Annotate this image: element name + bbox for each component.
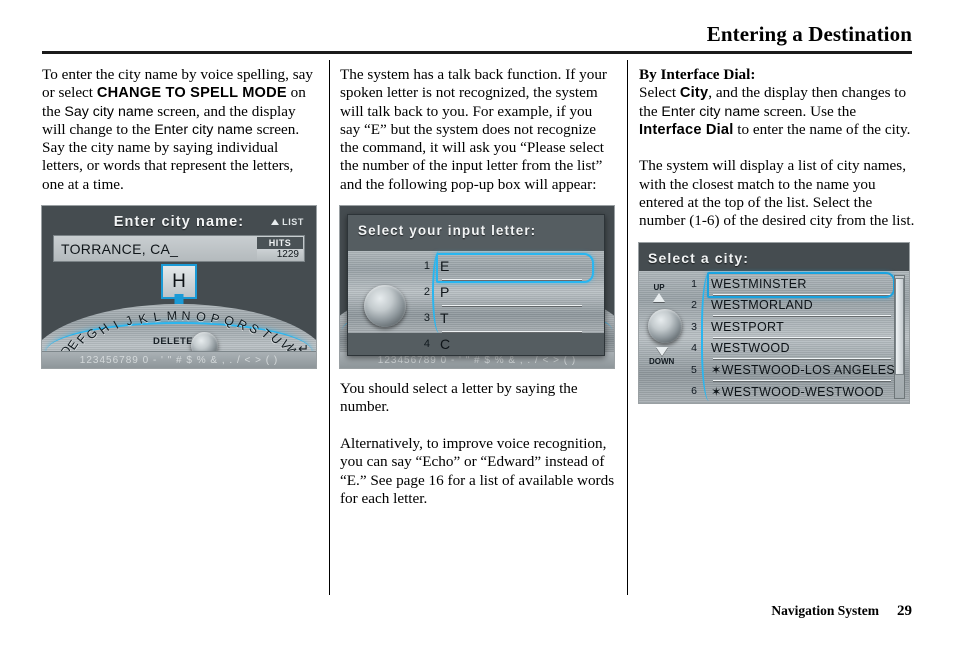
page-title: Entering a Destination [706,22,912,46]
ui-reference-city: City [679,85,709,102]
ui-reference-say-city-name: Say city name [64,103,154,120]
city-list-panel: UP DOWN 1 WESTMINSTER 2 WESTMORLAND 3 WESTPOR… [639,270,909,403]
screenshot-select-input-letter: Enter city name: 123456789 0 - ' " # $ %… [340,206,614,369]
city-list-item[interactable]: 5 ✶WESTWOOD-LOS ANGELES [681,359,895,381]
city-item-number: 1 [691,277,697,290]
city-item-name: ✶WESTWOOD-LOS ANGELES [710,363,895,378]
city-name-input[interactable]: TORRANCE, CA_ HITS 1229 [53,235,305,263]
option-letter: P [440,283,450,300]
column-middle: The system has a talk back function. If … [340,66,616,508]
city-name-input-value: TORRANCE, CA_ [61,240,179,257]
middle-paragraph-1: The system has a talk back function. If … [340,66,607,193]
option-number: 4 [423,337,430,350]
middle-paragraph-2: You should select a letter by saying the… [340,380,578,416]
alphabet-key-m[interactable]: M [166,309,177,324]
header-rule [42,51,912,54]
input-letter-option[interactable]: 3T [410,306,596,329]
scroll-down-control[interactable]: DOWN [649,346,675,366]
text-run: Select [639,84,680,102]
option-number: 2 [423,285,430,298]
hits-label: HITS [257,237,303,249]
scrollbar[interactable] [894,274,905,399]
alphabet-key-o[interactable]: O [195,309,207,324]
city-item-number: 5 [690,363,697,376]
ui-reference-enter-city-name: Enter city name [154,121,253,138]
option-letter: C [440,335,451,352]
alphabet-key-n[interactable]: N [181,309,191,323]
scrollbar-thumb[interactable] [895,277,904,375]
footer: Navigation System 29 [771,603,912,620]
city-item-name: WESTWOOD [711,341,790,356]
delete-label: DELETE [153,336,193,348]
input-letter-option[interactable]: 2P [410,280,596,303]
ui-reference-interface-dial: Interface Dial [639,121,734,138]
option-number: 3 [423,311,430,324]
city-item-name: WESTMORLAND [711,298,813,313]
city-item-name: ✶WESTWOOD-WESTWOOD [711,384,884,399]
triangle-up-icon [653,292,665,302]
ui-reference-enter-city-name: Enter city name [661,103,760,120]
column-divider-left [329,60,330,595]
hits-value: 1229 [257,248,303,261]
interface-dial[interactable] [648,308,682,343]
ui-reference-change-to-spell-mode: CHANGE TO SPELL MODE [96,85,287,102]
page-number: 29 [897,603,912,619]
column-left: To enter the city name by voice spelling… [42,66,318,369]
option-number: 1 [423,259,430,272]
screenshot-select-a-city: Select a city: UP DOWN 1 WESTMINSTER 2 WEST… [639,242,909,403]
list-button-label: LIST [282,217,304,228]
city-list-item[interactable]: 2 WESTMORLAND [681,294,895,316]
middle-paragraph-3: Alternatively, to improve voice recognit… [340,434,615,507]
input-letter-option[interactable]: 4C [410,332,596,355]
screenshot-enter-city-name: Enter city name: LIST TORRANCE, CA_ HITS… [42,206,316,369]
left-paragraph-2: Say the city name by saying individual l… [42,139,294,193]
city-item-name: WESTPORT [711,319,785,334]
input-letter-popup: Select your input letter: 1E2P3T4C [347,214,605,357]
city-item-number: 6 [691,385,697,398]
text-run: screen. Use the [759,102,857,120]
city-list-item[interactable]: 4 WESTWOOD [681,337,895,359]
column-right: By Interface Dial: Select City, and the … [639,66,915,403]
screen-title: Select a city: [648,249,749,266]
city-item-number: 2 [691,299,697,312]
left-paragraph-1: To enter the city name by voice spelling… [42,66,318,139]
selected-option-highlight [436,253,594,284]
right-paragraph-2: The system will display a list of city n… [639,157,915,230]
right-paragraph-1: Select City, and the display then change… [639,84,915,139]
city-item-number: 4 [691,342,697,355]
city-list-item[interactable]: 3 WESTPORT [681,316,895,338]
text-run: to enter the name of the city. [733,120,911,138]
triangle-down-icon [655,346,668,356]
scroll-up-label: UP [653,282,665,292]
triangle-up-icon [271,219,280,226]
column-divider-right [627,60,628,595]
symbol-row[interactable]: 123456789 0 - ' " # $ % & , . / < > ( ) [42,351,316,369]
popup-list-panel: 1E2P3T4C [348,251,604,352]
interface-dial[interactable] [364,285,406,328]
list-button[interactable]: LIST [271,217,304,227]
hits-indicator: HITS 1229 [257,237,303,261]
city-list-item[interactable]: 6 ✶WESTWOOD-WESTWOOD [681,380,895,402]
city-item-number: 3 [691,320,697,333]
scroll-down-label: DOWN [649,356,675,366]
option-letter: T [440,309,449,326]
text-run: screen. [252,120,300,138]
scroll-up-control[interactable]: UP [653,283,665,302]
popup-title: Select your input letter: [358,223,537,239]
footer-label: Navigation System [771,603,879,618]
right-heading: By Interface Dial: [639,66,756,83]
